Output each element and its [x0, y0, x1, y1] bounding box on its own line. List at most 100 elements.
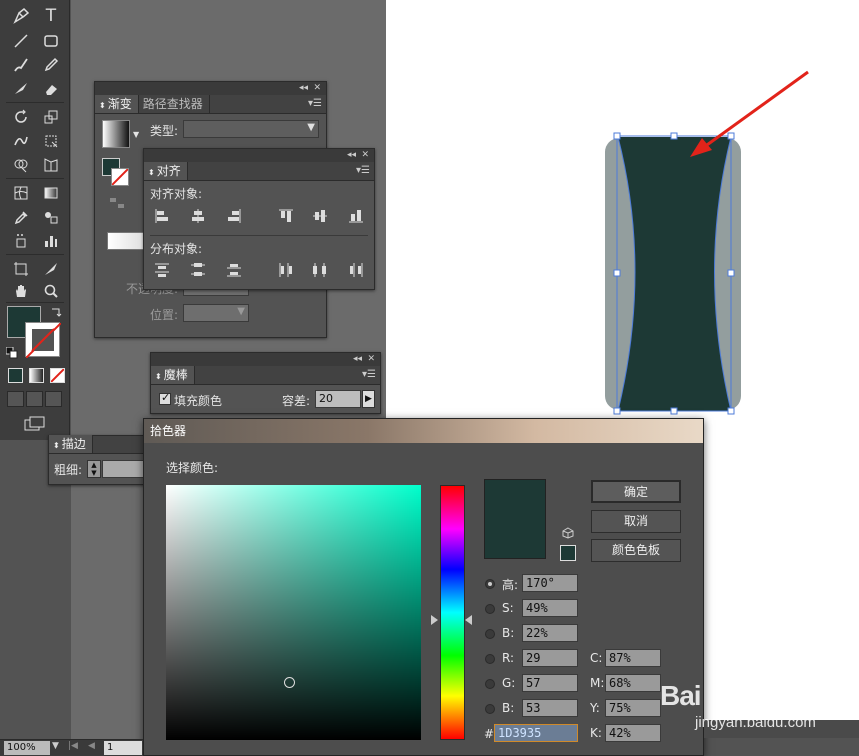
panel-menu-icon[interactable]: ▾☰ [308, 98, 322, 109]
cancel-button[interactable]: 取消 [591, 510, 681, 533]
panel-menu-icon[interactable]: ▾☰ [362, 369, 376, 380]
zoom-icon[interactable] [38, 280, 64, 302]
align-top-icon[interactable] [276, 207, 296, 225]
align-right-icon[interactable] [224, 207, 244, 225]
distribute-left-icon[interactable] [276, 261, 296, 279]
saturation-radio[interactable] [485, 604, 495, 614]
perspective-icon[interactable] [38, 154, 64, 176]
align-bottom-icon[interactable] [346, 207, 366, 225]
mesh-icon[interactable] [8, 182, 34, 204]
free-transform-icon[interactable] [38, 130, 64, 152]
default-colors-icon[interactable] [5, 346, 18, 359]
align-horizontal-center-icon[interactable] [188, 207, 208, 225]
blue-input[interactable]: 53 [522, 699, 578, 717]
blue-radio[interactable] [485, 704, 495, 714]
draw-normal-icon[interactable] [7, 391, 24, 407]
weight-input[interactable] [102, 460, 149, 478]
first-page-icon[interactable]: |◀ [68, 741, 78, 751]
selection-handle[interactable] [670, 132, 678, 140]
fill-color-checkbox[interactable]: ✓ [159, 391, 171, 405]
magenta-input[interactable]: 68% [605, 674, 661, 692]
gradient-slider[interactable] [107, 232, 147, 250]
hue-input[interactable]: 170° [522, 574, 578, 592]
zoom-select[interactable]: 100% [4, 741, 50, 755]
align-vertical-center-icon[interactable] [310, 207, 330, 225]
selection-handle[interactable] [613, 407, 621, 415]
gradient-type-select[interactable]: ▼ [183, 120, 319, 138]
panel-menu-icon[interactable]: ▾☰ [356, 165, 370, 176]
warp-icon[interactable] [8, 130, 34, 152]
black-input[interactable]: 42% [605, 724, 661, 742]
red-input[interactable]: 29 [522, 649, 578, 667]
pen-icon[interactable] [8, 5, 34, 27]
hue-slider-right-arrow[interactable] [465, 615, 472, 625]
saturation-input[interactable]: 49% [522, 599, 578, 617]
swap-fill-stroke-icon[interactable] [49, 305, 63, 319]
cyan-input[interactable]: 87% [605, 649, 661, 667]
brightness-input[interactable]: 22% [522, 624, 578, 642]
artboard-icon[interactable] [8, 258, 34, 280]
yellow-input[interactable]: 75% [605, 699, 661, 717]
tab-align[interactable]: ⬍ 对齐 [144, 162, 188, 180]
hand-icon[interactable] [8, 280, 34, 302]
column-graph-icon[interactable] [38, 230, 64, 252]
selection-handle[interactable] [727, 407, 735, 415]
tab-magic-wand[interactable]: ⬍ 魔棒 [151, 366, 195, 384]
blend-icon[interactable] [38, 206, 64, 228]
selection-handle[interactable] [613, 132, 621, 140]
hue-slider[interactable] [440, 485, 465, 740]
green-input[interactable]: 57 [522, 674, 578, 692]
eraser-icon[interactable] [38, 78, 64, 100]
hex-input[interactable]: 1D3935 [494, 724, 578, 742]
none-mode-icon[interactable] [50, 368, 65, 383]
weight-stepper[interactable]: ▲ ▼ [87, 460, 101, 478]
gradient-stroke-swatch[interactable] [111, 168, 129, 186]
gradient-mode-icon[interactable] [29, 368, 44, 383]
distribute-horizontal-center-icon[interactable] [310, 261, 330, 279]
line-icon[interactable] [8, 30, 34, 52]
distribute-vertical-center-icon[interactable] [188, 261, 208, 279]
distribute-top-icon[interactable] [152, 261, 172, 279]
draw-inside-icon[interactable] [45, 391, 62, 407]
draw-behind-icon[interactable] [26, 391, 43, 407]
align-left-icon[interactable] [152, 207, 172, 225]
pencil-icon[interactable] [38, 54, 64, 76]
green-radio[interactable] [485, 679, 495, 689]
stroke-swatch[interactable] [25, 322, 61, 358]
tab-gradient[interactable]: ⬍ 渐变 [95, 95, 139, 113]
position-field[interactable]: ▼ [183, 304, 249, 322]
hue-slider-left-arrow[interactable] [431, 615, 438, 625]
blob-brush-icon[interactable] [8, 78, 34, 100]
tab-pathfinder[interactable]: 路径查找器 [139, 95, 210, 113]
red-radio[interactable] [485, 654, 495, 664]
selection-handle[interactable] [670, 407, 678, 415]
reverse-gradient-icon[interactable] [109, 196, 125, 210]
shape-builder-icon[interactable] [8, 154, 34, 176]
eyedropper-icon[interactable] [8, 206, 34, 228]
color-mode-icon[interactable] [8, 368, 23, 383]
type-icon[interactable]: T [38, 5, 64, 27]
scale-icon[interactable] [38, 106, 64, 128]
out-of-web-gamut-icon[interactable] [562, 527, 574, 539]
prev-page-icon[interactable]: ◀ [88, 741, 95, 751]
color-swatches-button[interactable]: 颜色色板 [591, 539, 681, 562]
page-input[interactable]: 1 [104, 741, 142, 755]
distribute-right-icon[interactable] [346, 261, 366, 279]
selection-handle[interactable] [727, 269, 735, 277]
distribute-bottom-icon[interactable] [224, 261, 244, 279]
rectangle-icon[interactable] [38, 30, 64, 52]
web-safe-color-swatch[interactable] [560, 545, 576, 561]
gradient-icon[interactable] [38, 182, 64, 204]
gradient-thumbnail[interactable] [102, 120, 130, 148]
tolerance-arrow-icon[interactable]: ▶ [362, 390, 375, 408]
tab-stroke[interactable]: ⬍ 描边 [49, 435, 93, 453]
screen-mode-icon[interactable] [24, 416, 46, 432]
color-cursor[interactable] [284, 677, 295, 688]
symbol-sprayer-icon[interactable] [8, 230, 34, 252]
selected-shape[interactable] [600, 130, 750, 420]
saturation-brightness-field[interactable] [166, 485, 421, 740]
tolerance-input[interactable]: 20 [315, 390, 361, 408]
slice-icon[interactable] [38, 258, 64, 280]
selection-handle[interactable] [613, 269, 621, 277]
brightness-radio[interactable] [485, 629, 495, 639]
